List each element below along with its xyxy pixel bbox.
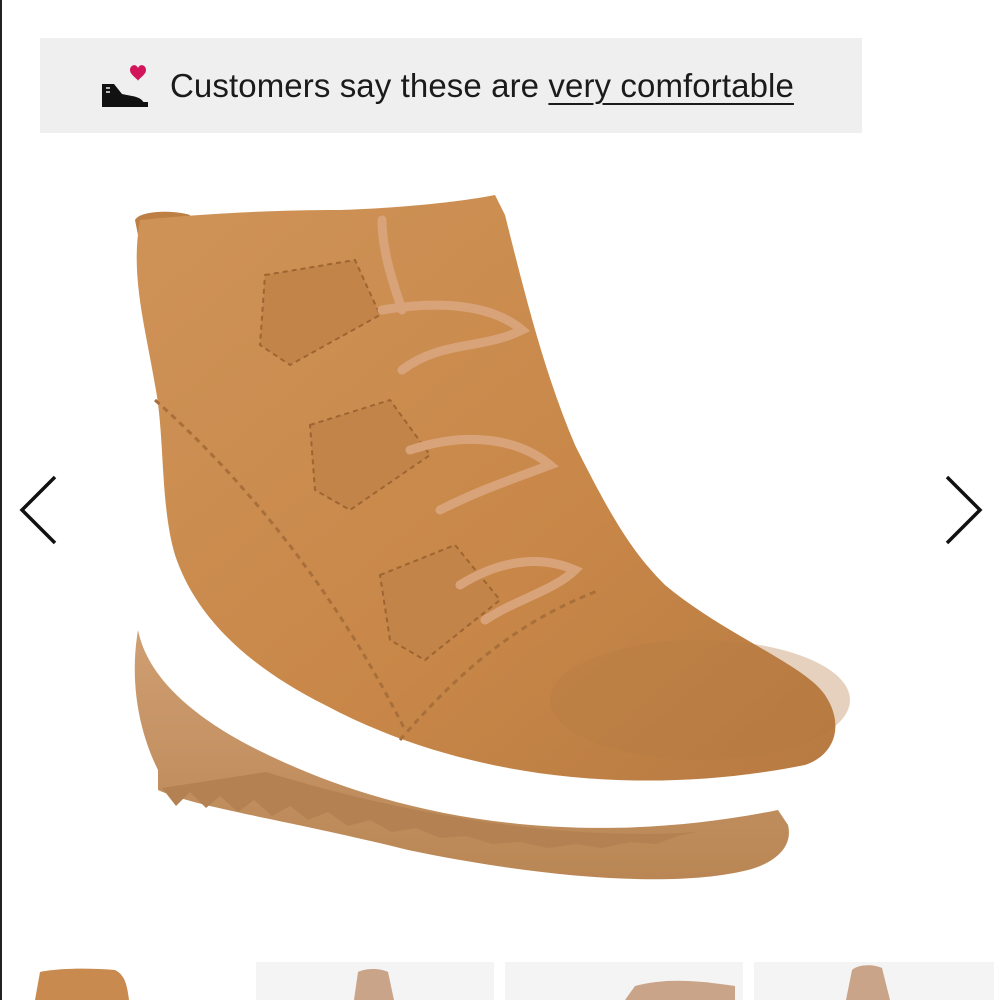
boot-thumbnail-1 bbox=[35, 968, 129, 1000]
thumbnail-1[interactable] bbox=[20, 962, 245, 1000]
chevron-right-icon[interactable] bbox=[932, 465, 992, 555]
thumbnail-4[interactable] bbox=[754, 962, 994, 1000]
sneaker-heart-icon bbox=[102, 65, 148, 107]
chevron-left-icon[interactable] bbox=[10, 465, 70, 555]
boot-thumbnail-4 bbox=[846, 965, 890, 1000]
thumbnail-strip bbox=[0, 962, 1000, 1000]
comfort-banner: Customers say these are very comfortable bbox=[40, 38, 862, 133]
thumbnail-2[interactable] bbox=[256, 962, 494, 1000]
boot-thumbnail-3 bbox=[625, 980, 735, 1000]
comfort-banner-prefix: Customers say these are bbox=[170, 66, 549, 104]
left-edge-divider bbox=[0, 0, 2, 1000]
comfort-banner-text: Customers say these are very comfortable bbox=[140, 67, 794, 105]
product-page: Customers say these are very comfortable bbox=[0, 0, 1000, 1000]
very-comfortable-link[interactable]: very comfortable bbox=[548, 67, 794, 104]
thumbnail-3[interactable] bbox=[505, 962, 743, 1000]
ankle-wedge-boot-image bbox=[134, 195, 850, 880]
boot-thumbnail-2 bbox=[354, 969, 394, 1000]
